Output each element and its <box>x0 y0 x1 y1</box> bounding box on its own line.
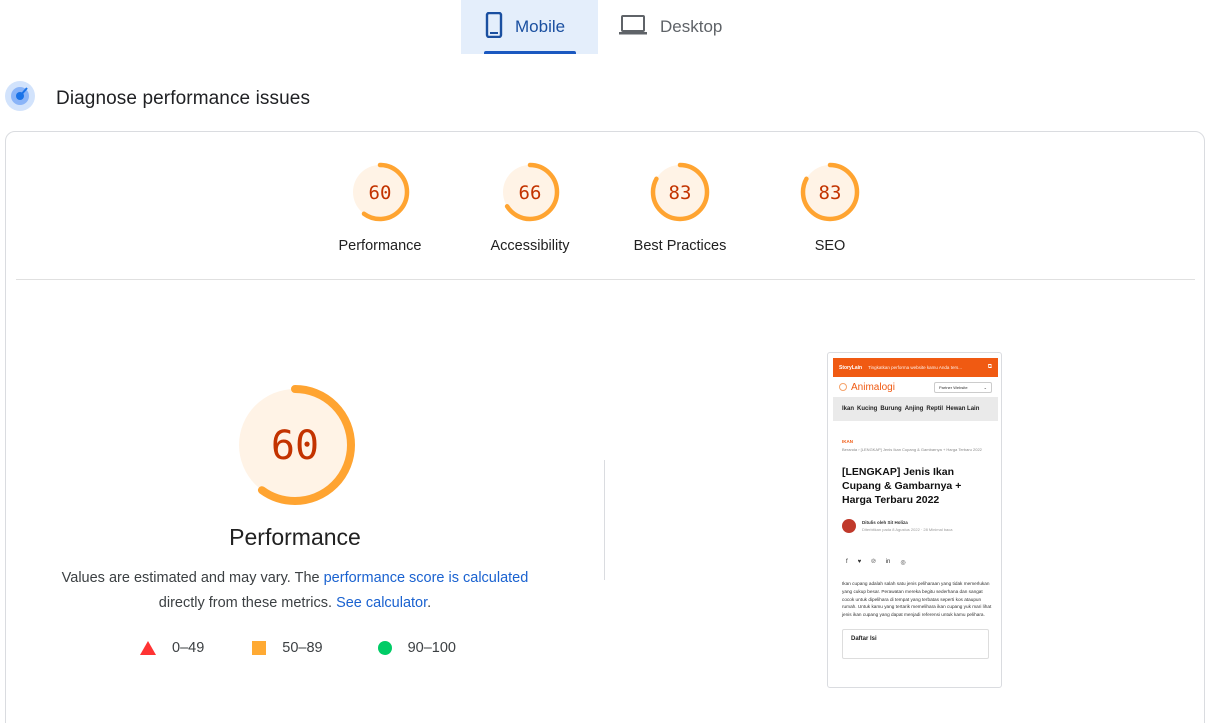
legend-item-average: 50–89 <box>252 640 323 656</box>
gauge-score: 83 <box>819 182 842 204</box>
screenshot-nav: Ikan Kucing Burung Anjing Reptil Hewan L… <box>833 397 998 421</box>
tab-mobile-label: Mobile <box>515 17 566 36</box>
legend-range: 0–49 <box>172 640 205 656</box>
gauge-ring: 66 <box>500 162 560 222</box>
gauge-best-practices[interactable]: 83 Best Practices <box>610 160 750 254</box>
partner-label: Partner Website <box>939 384 968 390</box>
article-category: IKAN <box>842 439 853 444</box>
gauge-ring: 60 <box>350 162 410 222</box>
avatar <box>842 519 856 533</box>
linkedin-icon: in <box>885 559 891 565</box>
article-breadcrumb: Beranda › [LENGKAP] Jenis Ikan Cupang & … <box>842 447 982 452</box>
legend-item-pass: 90–100 <box>377 640 456 656</box>
gauge-seo[interactable]: 83 SEO <box>760 160 900 254</box>
chevron-down-icon: ⌄ <box>983 384 987 390</box>
tab-mobile[interactable]: Mobile <box>461 0 598 54</box>
publish-date: Diterbitkan pada 8 Agustus 2022 · 28 Min… <box>862 527 953 532</box>
nav-item: Kucing <box>857 406 878 412</box>
gauge-performance[interactable]: 60 Performance <box>310 160 450 254</box>
gauge-accessibility[interactable]: 66 Accessibility <box>460 160 600 254</box>
desc-text: directly from these metrics. <box>158 595 337 611</box>
legend-item-fail: 0–49 <box>140 640 204 656</box>
gauge-score: 66 <box>519 182 542 204</box>
partner-select: Partner Website ⌄ <box>934 381 992 393</box>
active-tab-indicator <box>484 51 576 54</box>
gauge-score: 83 <box>669 182 692 204</box>
gauge-label: Best Practices <box>633 238 727 254</box>
vertical-divider <box>604 460 605 580</box>
square-icon <box>252 641 267 655</box>
score-gauges: 60 Performance 66 Accessibility 83 Best … <box>0 160 1206 270</box>
score-calculated-link[interactable]: performance score is calculated <box>324 570 529 586</box>
article-title: [LENGKAP] Jenis Ikan Cupang & Gambarnya … <box>842 466 962 506</box>
device-tabs: Mobile Desktop <box>461 0 748 54</box>
page-screenshot[interactable]: StoryLain Tingkatkan performa website ka… <box>827 352 1002 688</box>
article-body: Ikan cupang adalah salah satu jenis peli… <box>842 581 992 618</box>
topbar-message: Tingkatkan performa website kamu Anda te… <box>868 365 962 370</box>
gauge-score: 60 <box>369 182 392 204</box>
diagnose-icon <box>4 80 36 117</box>
desc-text: . <box>427 595 432 611</box>
gauge-ring: 83 <box>650 162 710 222</box>
section-title: Diagnose performance issues <box>56 87 311 109</box>
triangle-icon <box>140 641 156 655</box>
topbar-brand: StoryLain <box>839 364 863 371</box>
facebook-icon: f <box>846 559 848 565</box>
gauge-ring: 83 <box>800 162 860 222</box>
legend-range: 50–89 <box>282 640 323 656</box>
nav-item: Reptil <box>926 406 944 412</box>
screenshot-topbar: StoryLain Tingkatkan performa website ka… <box>833 358 998 377</box>
logo-icon <box>839 383 847 391</box>
divider <box>16 279 1195 280</box>
gauge-label: Accessibility <box>490 238 570 254</box>
gauge-label: Performance <box>338 238 422 254</box>
twitter-icon: ♥ <box>857 559 862 565</box>
site-logo: Animalogi <box>851 381 895 393</box>
performance-gauge-large: 60 <box>233 383 357 512</box>
laptop-icon <box>618 14 648 41</box>
nav-item: Hewan Lain <box>946 406 980 412</box>
section-heading: Diagnose performance issues <box>4 80 310 117</box>
score-legend: 0–49 50–89 90–100 <box>140 640 504 656</box>
nav-item: Anjing <box>904 406 924 412</box>
article-author: Ditulis oleh Sit Holiza Diterbitkan pada… <box>842 519 998 533</box>
desc-text: Values are estimated and may vary. The <box>61 570 324 586</box>
nav-item: Ikan <box>842 406 855 412</box>
pinterest-icon: ℗ <box>871 559 876 565</box>
whatsapp-icon: ◎ <box>900 560 906 566</box>
see-calculator-link[interactable]: See calculator <box>336 595 427 611</box>
table-of-contents: Daftar Isi <box>842 628 989 659</box>
circle-icon <box>377 641 392 655</box>
performance-title: Performance <box>229 524 361 550</box>
performance-score: 60 <box>271 423 319 469</box>
phone-icon <box>485 11 503 43</box>
tab-desktop[interactable]: Desktop <box>598 0 748 54</box>
legend-range: 90–100 <box>407 640 456 656</box>
external-link-icon: ⧉ <box>987 364 992 370</box>
tab-desktop-label: Desktop <box>660 17 723 36</box>
gauge-label: SEO <box>814 238 846 254</box>
screenshot-header: Animalogi Partner Website ⌄ <box>833 377 998 397</box>
performance-description: Values are estimated and may vary. The p… <box>0 566 590 616</box>
author-name: Ditulis oleh Sit Holiza <box>862 520 908 525</box>
nav-item: Burung <box>880 406 902 412</box>
share-icons: f ♥ ℗ in ◎ <box>846 559 998 566</box>
